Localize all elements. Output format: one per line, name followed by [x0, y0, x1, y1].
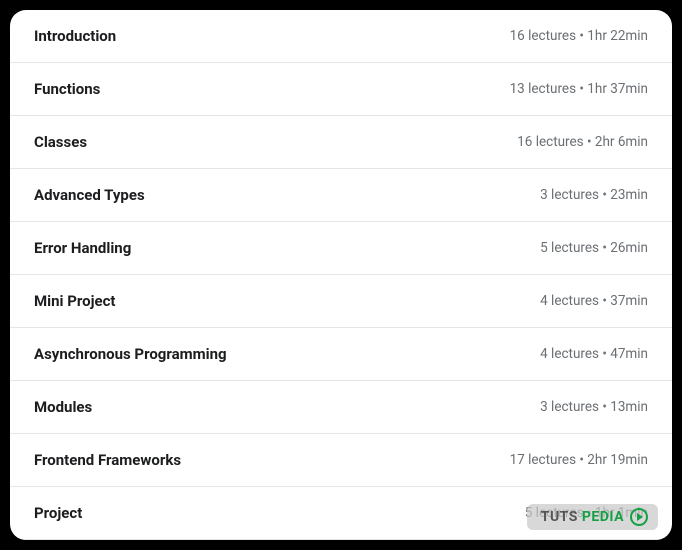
section-title: Classes: [34, 133, 87, 151]
section-title: Mini Project: [34, 292, 116, 310]
section-meta: 16 lectures • 2hr 6min: [517, 134, 648, 150]
section-title: Functions: [34, 80, 100, 98]
section-meta: 4 lectures • 37min: [540, 293, 648, 309]
section-meta: 5 lectures • 26min: [540, 240, 648, 256]
section-row[interactable]: Functions 13 lectures • 1hr 37min: [10, 63, 672, 116]
section-row[interactable]: Error Handling 5 lectures • 26min: [10, 222, 672, 275]
section-meta: 3 lectures • 13min: [540, 399, 648, 415]
section-row[interactable]: Modules 3 lectures • 13min: [10, 381, 672, 434]
watermark-text: TUTS: [541, 509, 578, 525]
watermark-text: PEDIA: [582, 509, 624, 525]
section-row[interactable]: Classes 16 lectures • 2hr 6min: [10, 116, 672, 169]
section-title: Frontend Frameworks: [34, 451, 181, 469]
section-meta: 3 lectures • 23min: [540, 187, 648, 203]
section-title: Introduction: [34, 27, 116, 45]
section-row[interactable]: Advanced Types 3 lectures • 23min: [10, 169, 672, 222]
watermark-badge: TUTSPEDIA: [527, 504, 658, 530]
section-title: Advanced Types: [34, 186, 145, 204]
section-meta: 4 lectures • 47min: [540, 346, 648, 362]
play-icon: [630, 508, 648, 526]
section-title: Asynchronous Programming: [34, 345, 227, 363]
section-row[interactable]: Asynchronous Programming 4 lectures • 47…: [10, 328, 672, 381]
section-meta: 16 lectures • 1hr 22min: [510, 28, 648, 44]
section-title: Error Handling: [34, 239, 131, 257]
section-row[interactable]: Frontend Frameworks 17 lectures • 2hr 19…: [10, 434, 672, 487]
section-title: Project: [34, 504, 82, 522]
section-row[interactable]: Mini Project 4 lectures • 37min: [10, 275, 672, 328]
section-meta: 13 lectures • 1hr 37min: [510, 81, 648, 97]
course-sections-card: Introduction 16 lectures • 1hr 22min Fun…: [10, 10, 672, 540]
section-row[interactable]: Introduction 16 lectures • 1hr 22min: [10, 10, 672, 63]
section-meta: 17 lectures • 2hr 19min: [510, 452, 648, 468]
section-title: Modules: [34, 398, 92, 416]
